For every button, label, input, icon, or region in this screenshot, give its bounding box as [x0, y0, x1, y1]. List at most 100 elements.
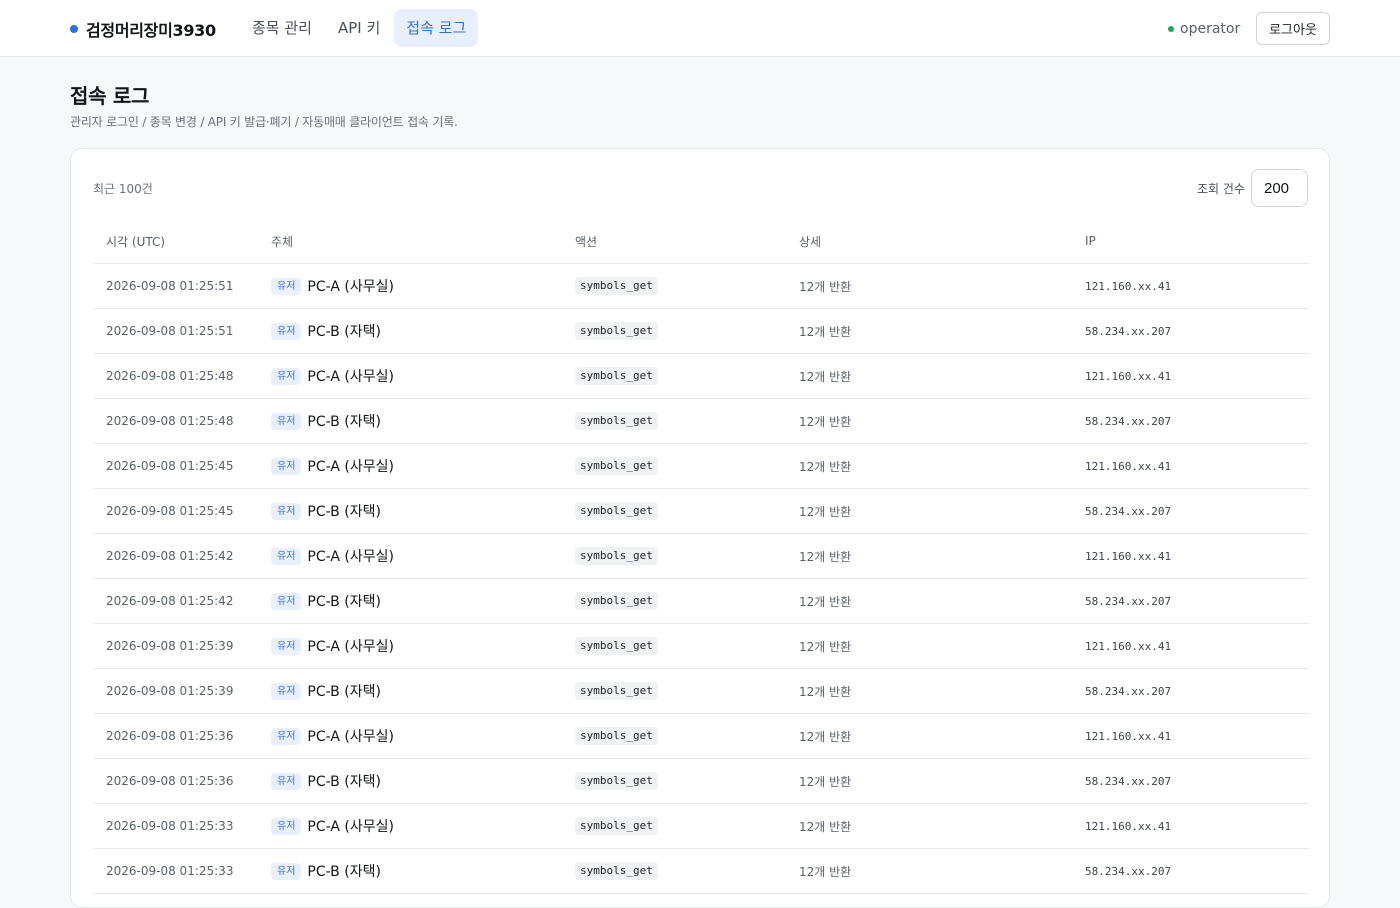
- cell-time-text: 2026-09-08 01:25:51: [106, 279, 234, 293]
- cell-subject: 유저 PC-B (자택): [271, 308, 575, 354]
- cell-ip-text: 58.234.xx.207: [1085, 325, 1172, 338]
- cell-ip: 58.234.xx.207: [1085, 488, 1309, 534]
- cell-action: symbols_get: [575, 533, 799, 579]
- limit-input[interactable]: [1251, 169, 1308, 207]
- cell-subject: 유저 PC-A (사무실): [271, 533, 575, 579]
- cell-detail: 12개 반환: [799, 578, 1085, 624]
- cell-ip-text: 121.160.xx.41: [1085, 460, 1172, 473]
- cell-detail-text: 12개 반환: [799, 774, 852, 789]
- cell-detail-text: 12개 반환: [799, 459, 852, 474]
- cell-subject: 유저 PC-A (사무실): [271, 803, 575, 849]
- cell-action-text: symbols_get: [575, 682, 658, 700]
- table-row[interactable]: 2026-09-08 01:25:42 유저 PC-B (자택) symbols_ge…: [93, 578, 1309, 624]
- cell-detail-text: 12개 반환: [799, 369, 852, 384]
- cell-time: 2026-09-08 01:25:48: [93, 398, 271, 444]
- cell-ip-text: 58.234.xx.207: [1085, 775, 1172, 788]
- cell-action-text: symbols_get: [575, 772, 658, 790]
- subject-name: PC-B (자택): [307, 504, 381, 520]
- table-row[interactable]: 2026-09-08 01:25:33 유저 PC-B (자택) symbols_ge…: [93, 848, 1309, 894]
- cell-detail: 12개 반환: [799, 443, 1085, 489]
- cell-action-text: symbols_get: [575, 502, 658, 520]
- cell-time: 2026-09-08 01:25:51: [93, 308, 271, 354]
- tab-access-log[interactable]: 접속 로그: [394, 9, 479, 47]
- table-row[interactable]: 2026-09-08 01:25:48 유저 PC-B (자택) symbols_ge…: [93, 398, 1309, 444]
- cell-detail: 12개 반환: [799, 353, 1085, 399]
- cell-time: 2026-09-08 01:25:33: [93, 848, 271, 894]
- table-row[interactable]: 2026-09-08 01:25:36 유저 PC-A (사무실) symbols_g…: [93, 713, 1309, 759]
- subject-name: PC-B (자택): [307, 684, 381, 700]
- role-badge: 유저: [271, 817, 302, 835]
- cell-action: symbols_get: [575, 803, 799, 849]
- cell-subject: 유저 PC-A (사무실): [271, 443, 575, 489]
- top-bar: 검정머리장미3930 종목 관리 API 키 접속 로그 operator 로그…: [0, 0, 1400, 57]
- table-row[interactable]: 2026-09-08 01:25:39 유저 PC-A (사무실) symbols_g…: [93, 623, 1309, 669]
- table-row[interactable]: 2026-09-08 01:25:36 유저 PC-B (자택) symbols_ge…: [93, 758, 1309, 804]
- cell-time-text: 2026-09-08 01:25:45: [106, 504, 234, 518]
- cell-detail: 12개 반환: [799, 263, 1085, 309]
- limit-label: 조회 건수: [1197, 182, 1245, 196]
- cell-action-text: symbols_get: [575, 862, 658, 880]
- table-row[interactable]: 2026-09-08 01:25:48 유저 PC-A (사무실) symbols_g…: [93, 353, 1309, 399]
- table-row[interactable]: 2026-09-08 01:25:42 유저 PC-A (사무실) symbols_g…: [93, 533, 1309, 579]
- cell-ip: 58.234.xx.207: [1085, 848, 1309, 894]
- cell-detail-text: 12개 반환: [799, 684, 852, 699]
- cell-time-text: 2026-09-08 01:25:39: [106, 684, 234, 698]
- logout-button[interactable]: 로그아웃: [1256, 12, 1330, 45]
- tab-symbols[interactable]: 종목 관리: [240, 9, 324, 47]
- cell-ip-text: 121.160.xx.41: [1085, 820, 1172, 833]
- cell-action-text: symbols_get: [575, 592, 658, 610]
- cell-detail: 12개 반환: [799, 713, 1085, 759]
- cell-action: symbols_get: [575, 398, 799, 444]
- cell-subject: 유저 PC-B (자택): [271, 668, 575, 714]
- cell-time-text: 2026-09-08 01:25:45: [106, 459, 234, 473]
- cell-ip-text: 121.160.xx.41: [1085, 730, 1172, 743]
- table-row[interactable]: 2026-09-08 01:25:45 유저 PC-B (자택) symbols_ge…: [93, 488, 1309, 534]
- cell-action: symbols_get: [575, 668, 799, 714]
- cell-action-text: symbols_get: [575, 457, 658, 475]
- cell-time-text: 2026-09-08 01:25:42: [106, 594, 234, 608]
- cell-subject: 유저 PC-A (사무실): [271, 623, 575, 669]
- cell-time: 2026-09-08 01:25:42: [93, 578, 271, 624]
- table-row[interactable]: 2026-09-08 01:25:51 유저 PC-A (사무실) symbols_g…: [93, 263, 1309, 309]
- cell-time-text: 2026-09-08 01:25:48: [106, 369, 234, 383]
- cell-action-text: symbols_get: [575, 367, 658, 385]
- role-badge: 유저: [271, 682, 302, 700]
- cell-ip: 58.234.xx.207: [1085, 398, 1309, 444]
- cell-action-text: symbols_get: [575, 322, 658, 340]
- cell-ip: 58.234.xx.207: [1085, 578, 1309, 624]
- tab-api-keys[interactable]: API 키: [326, 9, 392, 47]
- role-badge: 유저: [271, 277, 302, 295]
- cell-detail-text: 12개 반환: [799, 324, 852, 339]
- cell-time: 2026-09-08 01:25:36: [93, 758, 271, 804]
- table-row[interactable]: 2026-09-08 01:25:51 유저 PC-B (자택) symbols_ge…: [93, 308, 1309, 354]
- table-row[interactable]: 2026-09-08 01:25:45 유저 PC-A (사무실) symbols_g…: [93, 443, 1309, 489]
- cell-action: symbols_get: [575, 488, 799, 534]
- table-row[interactable]: 2026-09-08 01:25:39 유저 PC-B (자택) symbols_ge…: [93, 668, 1309, 714]
- cell-ip-text: 121.160.xx.41: [1085, 370, 1172, 383]
- cell-detail: 12개 반환: [799, 308, 1085, 354]
- subject-name: PC-A (사무실): [307, 819, 394, 835]
- subject-name: PC-A (사무실): [307, 369, 394, 385]
- column-header-action: 액션: [575, 219, 799, 264]
- cell-detail: 12개 반환: [799, 398, 1085, 444]
- cell-ip: 58.234.xx.207: [1085, 668, 1309, 714]
- cell-ip: 121.160.xx.41: [1085, 803, 1309, 849]
- cell-time: 2026-09-08 01:25:39: [93, 668, 271, 714]
- table-row[interactable]: 2026-09-08 01:25:33 유저 PC-A (사무실) symbols_g…: [93, 803, 1309, 849]
- cell-time: 2026-09-08 01:25:42: [93, 533, 271, 579]
- cell-detail-text: 12개 반환: [799, 864, 852, 879]
- cell-action: symbols_get: [575, 263, 799, 309]
- cell-subject: 유저 PC-A (사무실): [271, 263, 575, 309]
- cell-detail-text: 12개 반환: [799, 729, 852, 744]
- subject-name: PC-A (사무실): [307, 459, 394, 475]
- subject-name: PC-B (자택): [307, 774, 381, 790]
- recent-count-label: 최근 100건: [93, 182, 153, 196]
- role-badge: 유저: [271, 367, 302, 385]
- cell-action: symbols_get: [575, 443, 799, 489]
- brand[interactable]: 검정머리장미3930: [70, 0, 216, 57]
- cell-action-text: symbols_get: [575, 547, 658, 565]
- role-badge: 유저: [271, 457, 302, 475]
- cell-ip-text: 58.234.xx.207: [1085, 685, 1172, 698]
- cell-ip-text: 121.160.xx.41: [1085, 640, 1172, 653]
- cell-action-text: symbols_get: [575, 277, 658, 295]
